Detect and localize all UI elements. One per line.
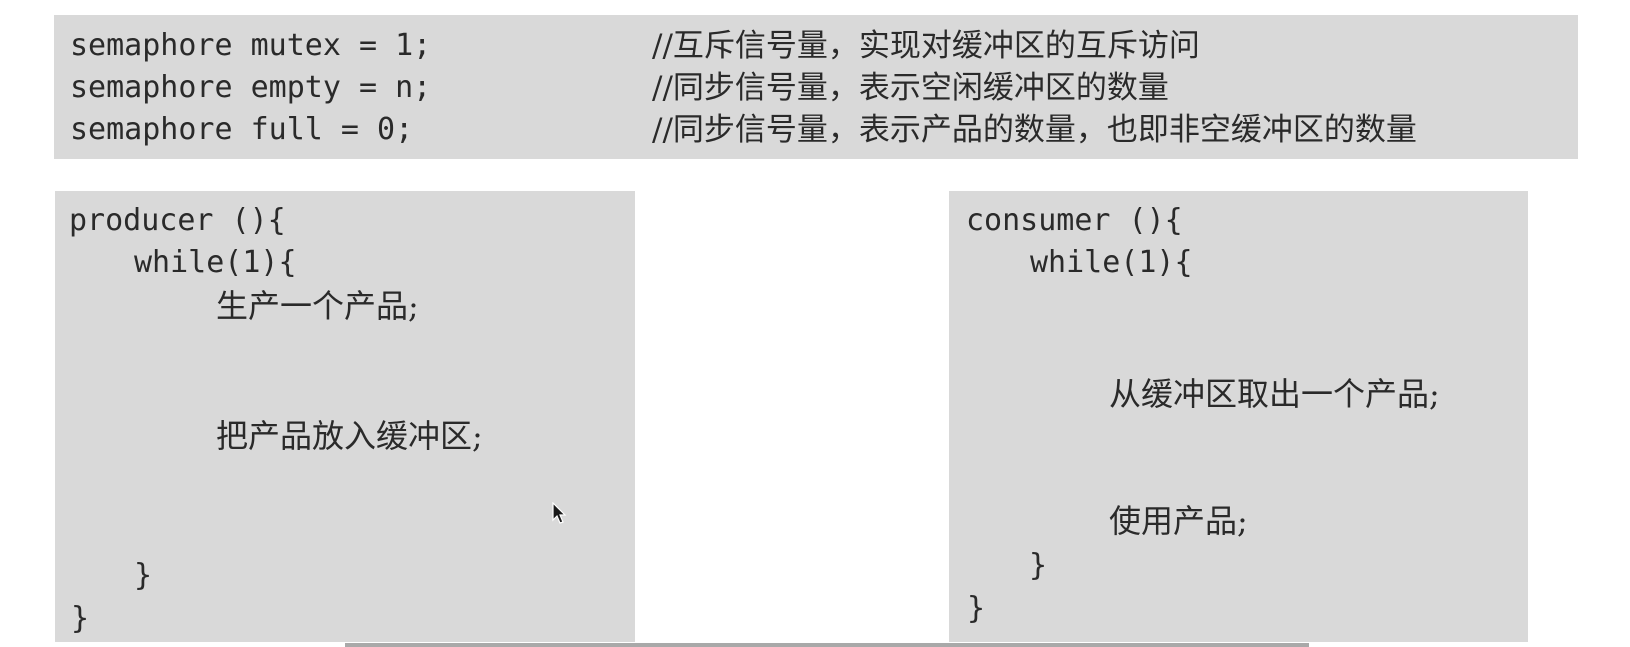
comment-text: //同步信号量，表示产品的数量，也即非空缓冲区的数量: [652, 112, 1417, 148]
producer-close: }: [71, 601, 90, 636]
consumer-code-panel: consumer (){ while(1){ 从缓冲区取出一个产品; 使用产品;…: [949, 191, 1528, 642]
consumer-loop-header: while(1){: [1030, 245, 1193, 280]
mouse-pointer-icon: [552, 502, 567, 524]
producer-step-put-in-buffer: 把产品放入缓冲区;: [216, 417, 483, 455]
consumer-header: consumer (){: [966, 203, 1183, 238]
declaration-comment-empty: //同步信号量，表示空闲缓冲区的数量: [652, 68, 1169, 108]
comment-text: //互斥信号量，实现对缓冲区的互斥访问: [652, 28, 1200, 64]
consumer-step-take-from-buffer: 从缓冲区取出一个产品;: [1109, 375, 1440, 413]
consumer-step-use-product: 使用产品;: [1109, 502, 1248, 540]
producer-step-produce: 生产一个产品;: [216, 287, 419, 325]
consumer-close: }: [967, 591, 986, 626]
declaration-code-empty: semaphore empty = n;: [70, 70, 432, 105]
declaration-comment-mutex: //互斥信号量，实现对缓冲区的互斥访问: [652, 26, 1200, 66]
semaphore-declarations-panel: semaphore mutex = 1; //互斥信号量，实现对缓冲区的互斥访问…: [54, 15, 1578, 159]
producer-loop-header: while(1){: [134, 245, 297, 280]
producer-loop-close: }: [134, 558, 153, 593]
producer-header: producer (){: [69, 203, 286, 238]
declaration-comment-full: //同步信号量，表示产品的数量，也即非空缓冲区的数量: [652, 110, 1417, 150]
declaration-code-mutex: semaphore mutex = 1;: [70, 28, 432, 63]
consumer-loop-close: }: [1029, 548, 1048, 583]
comment-text: //同步信号量，表示空闲缓冲区的数量: [652, 70, 1169, 106]
bottom-scrollbar[interactable]: [345, 643, 1309, 647]
declaration-code-full: semaphore full = 0;: [70, 112, 414, 147]
producer-code-panel: producer (){ while(1){ 生产一个产品; 把产品放入缓冲区;…: [55, 191, 635, 642]
